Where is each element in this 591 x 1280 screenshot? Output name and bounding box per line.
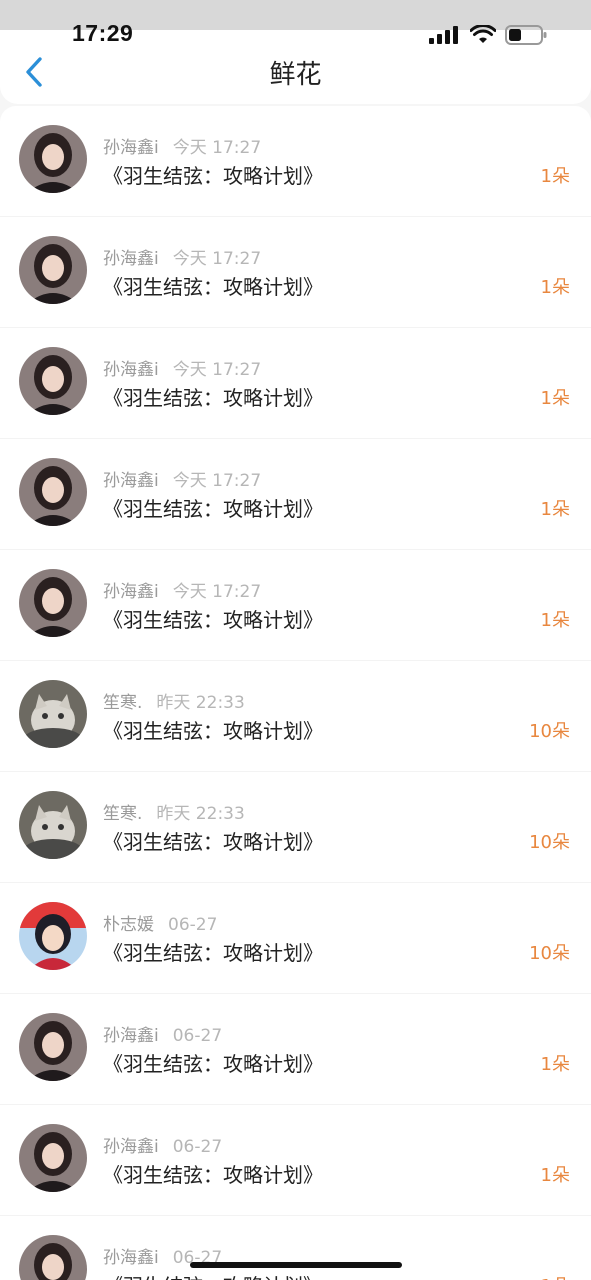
flower-count: 1朵 [540, 610, 570, 631]
sender-name: 孙海鑫i 今天 17:27 [103, 577, 261, 602]
sender-name-text: 笙寒. [103, 693, 143, 713]
book-title: 《羽生结弦：攻略计划》 [103, 164, 323, 188]
sent-time: 06-27 [168, 915, 218, 935]
book-title: 《羽生结弦：攻略计划》 [103, 275, 323, 299]
list-item[interactable]: 孙海鑫i 今天 17:27 《羽生结弦：攻略计划》 1朵 [0, 328, 591, 439]
list-item[interactable]: 朴志媛 06-27 《羽生结弦：攻略计划》 10朵 [0, 883, 591, 994]
sender-name-text: 孙海鑫i [103, 138, 159, 158]
sender-name: 朴志媛 06-27 [103, 910, 217, 935]
sender-name: 孙海鑫i 今天 17:27 [103, 244, 261, 269]
book-title: 《羽生结弦：攻略计划》 [103, 497, 323, 521]
book-title: 《羽生结弦：攻略计划》 [103, 941, 323, 965]
list-item[interactable]: 笙寒. 昨天 22:33 《羽生结弦：攻略计划》 10朵 [0, 661, 591, 772]
status-icons [429, 24, 547, 46]
list-item[interactable]: 孙海鑫i 今天 17:27 《羽生结弦：攻略计划》 1朵 [0, 550, 591, 661]
list-item[interactable]: 孙海鑫i 06-27 《羽生结弦：攻略计划》 1朵 [0, 1105, 591, 1216]
sender-name: 笙寒. 昨天 22:33 [103, 688, 245, 713]
sender-name-text: 孙海鑫i [103, 1137, 159, 1157]
flower-count: 10朵 [529, 943, 570, 964]
sent-time: 昨天 22:33 [156, 804, 245, 824]
avatar[interactable] [19, 125, 87, 193]
sender-name-text: 朴志媛 [103, 915, 154, 935]
avatar[interactable] [19, 458, 87, 526]
avatar[interactable] [19, 902, 87, 970]
list-item[interactable]: 孙海鑫i 06-27 《羽生结弦：攻略计划》 1朵 [0, 994, 591, 1105]
sent-time: 今天 17:27 [172, 582, 262, 602]
sender-name-text: 孙海鑫i [103, 582, 159, 602]
list-item[interactable]: 孙海鑫i 今天 17:27 《羽生结弦：攻略计划》 1朵 [0, 439, 591, 550]
sender-name-text: 笙寒. [103, 804, 143, 824]
flower-count: 10朵 [529, 721, 570, 742]
list-item[interactable]: 孙海鑫i 今天 17:27 《羽生结弦：攻略计划》 1朵 [0, 106, 591, 217]
sender-name-text: 孙海鑫i [103, 249, 159, 269]
flower-list: 孙海鑫i 今天 17:27 《羽生结弦：攻略计划》 1朵 孙海鑫i 今天 17:27 《羽生… [0, 106, 591, 1280]
avatar[interactable] [19, 1013, 87, 1081]
flower-count: 1朵 [540, 1054, 570, 1075]
list-item[interactable]: 笙寒. 昨天 22:33 《羽生结弦：攻略计划》 10朵 [0, 772, 591, 883]
flower-count: 1朵 [541, 1272, 570, 1280]
status-time: 17:29 [72, 20, 134, 46]
flower-count: 1朵 [540, 388, 570, 409]
flower-count: 10朵 [529, 832, 570, 853]
home-indicator[interactable] [190, 1262, 402, 1268]
sender-name: 孙海鑫i 06-27 [103, 1021, 222, 1046]
flower-count: 1朵 [540, 499, 570, 520]
book-title: 《羽生结弦：攻略计划》 [103, 830, 323, 854]
avatar[interactable] [19, 1124, 87, 1192]
sent-time: 今天 17:27 [172, 138, 262, 158]
avatar[interactable] [19, 236, 87, 304]
sent-time: 06-27 [172, 1137, 223, 1157]
flower-count: 1朵 [540, 166, 570, 187]
sender-name: 孙海鑫i 今天 17:27 [103, 133, 261, 158]
avatar[interactable] [19, 1235, 87, 1280]
sender-name: 孙海鑫i 今天 17:27 [103, 355, 261, 380]
sender-name: 孙海鑫i 今天 17:27 [103, 466, 261, 491]
sent-time: 昨天 22:33 [156, 693, 245, 713]
signal-icon [429, 26, 458, 44]
sender-name: 孙海鑫i 06-27 [103, 1132, 222, 1157]
book-title: 《羽生结弦：攻略计划》 [103, 386, 323, 410]
book-title: 《羽生结弦：攻略计划》 [103, 1270, 323, 1280]
sent-time: 今天 17:27 [172, 360, 262, 380]
battery-icon [505, 25, 547, 45]
sent-time: 今天 17:27 [172, 471, 262, 491]
sender-name: 笙寒. 昨天 22:33 [103, 799, 245, 824]
page-title: 鲜花 [269, 60, 322, 90]
sender-name-text: 孙海鑫i [103, 1026, 159, 1046]
book-title: 《羽生结弦：攻略计划》 [103, 1052, 323, 1076]
wifi-icon [470, 25, 496, 43]
sent-time: 06-27 [172, 1026, 223, 1046]
sender-name-text: 孙海鑫i [103, 360, 159, 380]
flower-count: 1朵 [540, 277, 570, 298]
sent-time: 今天 17:27 [172, 249, 262, 269]
flower-count: 1朵 [540, 1165, 570, 1186]
list-item[interactable]: 孙海鑫i06-27《羽生结弦：攻略计划》1朵 [0, 1216, 591, 1280]
list-item[interactable]: 孙海鑫i 今天 17:27 《羽生结弦：攻略计划》 1朵 [0, 217, 591, 328]
book-title: 《羽生结弦：攻略计划》 [103, 719, 323, 743]
avatar[interactable] [19, 791, 87, 859]
book-title: 《羽生结弦：攻略计划》 [103, 1163, 323, 1187]
avatar[interactable] [19, 680, 87, 748]
avatar[interactable] [19, 347, 87, 415]
sender-name-text: 孙海鑫i [103, 471, 159, 491]
book-title: 《羽生结弦：攻略计划》 [103, 608, 323, 632]
avatar[interactable] [19, 569, 87, 637]
sender-name-text: 孙海鑫i [103, 1248, 159, 1268]
